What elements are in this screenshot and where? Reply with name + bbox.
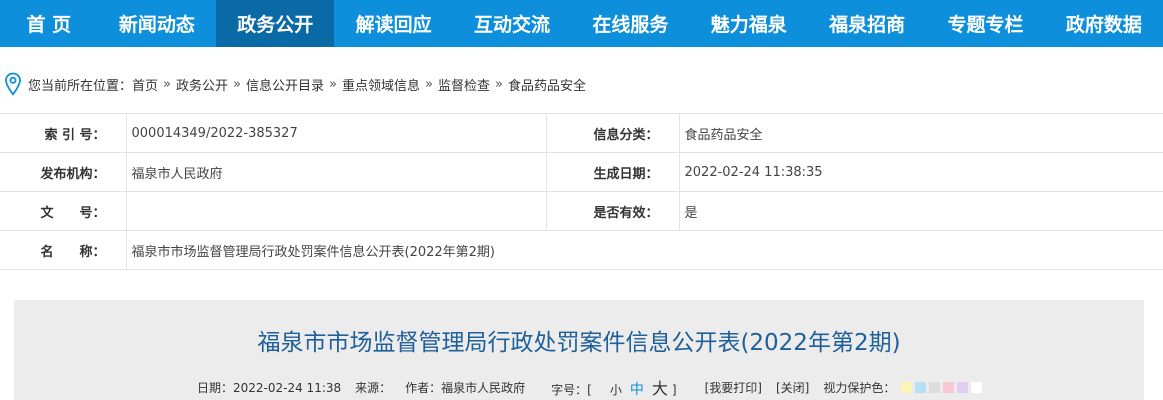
- nav-home[interactable]: 首 页: [0, 0, 98, 47]
- font-small-button[interactable]: 小: [610, 381, 622, 398]
- nav-charm[interactable]: 魅力福泉: [690, 0, 808, 47]
- category-value: 食品药品安全: [678, 113, 1163, 153]
- docno-label: 文 号：: [0, 191, 127, 231]
- name-value: 福泉市市场监督管理局行政处罚案件信息公开表(2022年第2期): [125, 230, 1163, 270]
- breadcrumb-gov-affairs[interactable]: 政务公开: [176, 75, 228, 94]
- color-swatch-blue[interactable]: [915, 381, 927, 393]
- breadcrumb-key-areas[interactable]: 重点领域信息: [342, 75, 420, 94]
- close-link[interactable]: [关闭]: [776, 379, 809, 396]
- breadcrumb-separator: »: [494, 76, 503, 92]
- main-nav: 首 页 新闻动态 政务公开 解读回应 互动交流 在线服务 魅力福泉 福泉招商 专…: [0, 0, 1163, 47]
- color-swatch-gray[interactable]: [929, 381, 941, 393]
- table-row: 名 称： 福泉市市场监督管理局行政处罚案件信息公开表(2022年第2期): [0, 230, 1163, 270]
- article-source: 来源：: [355, 380, 392, 395]
- font-size-prefix: 字号：[: [551, 383, 592, 397]
- color-swatch-purple[interactable]: [957, 381, 969, 393]
- eye-protection-swatches: [901, 381, 983, 393]
- article-meta: 日期：2022-02-24 11:38 来源： 作者：福泉市人民政府 字号：[ …: [197, 375, 996, 399]
- valid-label: 是否有效：: [545, 191, 680, 231]
- color-swatch-pink[interactable]: [943, 381, 955, 393]
- article-date: 日期：2022-02-24 11:38: [197, 380, 342, 395]
- location-pin-icon: [5, 72, 21, 96]
- nav-interaction[interactable]: 互动交流: [453, 0, 571, 47]
- font-medium-button[interactable]: 中: [630, 379, 644, 399]
- breadcrumb-inspection[interactable]: 监督检查: [438, 75, 490, 94]
- breadcrumb: 您当前所在位置： 首页 » 政务公开 » 信息公开目录 » 重点领域信息 » 监…: [0, 70, 586, 98]
- breadcrumb-separator: »: [329, 76, 337, 92]
- breadcrumb-separator: »: [233, 76, 241, 92]
- breadcrumb-separator: »: [424, 76, 433, 92]
- table-row: 文 号： 是否有效： 是: [0, 191, 1163, 231]
- font-size-control: 字号：[ 小 中 大 ]: [551, 375, 690, 399]
- info-table: 索 引 号： 000014349/2022-385327 信息分类： 食品药品安…: [0, 113, 1163, 270]
- breadcrumb-prefix: 您当前所在位置：: [28, 78, 133, 94]
- category-label: 信息分类：: [545, 113, 680, 153]
- index-label: 索 引 号：: [0, 113, 127, 153]
- publisher-value: 福泉市人民政府: [125, 152, 547, 192]
- table-row: 索 引 号： 000014349/2022-385327 信息分类： 食品药品安…: [0, 113, 1163, 153]
- nav-interpretation[interactable]: 解读回应: [334, 0, 452, 47]
- nav-gov-data[interactable]: 政府数据: [1045, 0, 1163, 47]
- breadcrumb-food-drug[interactable]: 食品药品安全: [508, 75, 586, 94]
- font-large-button[interactable]: 大: [652, 375, 668, 399]
- breadcrumb-home[interactable]: 首页: [132, 75, 158, 94]
- article-author: 作者：福泉市人民政府: [405, 380, 526, 395]
- color-swatch-yellow[interactable]: [901, 381, 913, 393]
- publisher-label: 发布机构：: [0, 152, 127, 192]
- table-row: 发布机构： 福泉市人民政府 生成日期： 2022-02-24 11:38:35: [0, 152, 1163, 192]
- font-size-suffix: ]: [671, 383, 677, 397]
- article-header: 福泉市市场监督管理局行政处罚案件信息公开表(2022年第2期) 日期：2022-…: [14, 300, 1144, 400]
- index-value: 000014349/2022-385327: [125, 113, 547, 153]
- nav-gov-affairs[interactable]: 政务公开: [216, 0, 335, 47]
- name-label: 名 称：: [0, 230, 127, 270]
- print-link[interactable]: [我要打印]: [705, 379, 762, 396]
- color-swatch-white[interactable]: [971, 381, 983, 393]
- article-title: 福泉市市场监督管理局行政处罚案件信息公开表(2022年第2期): [257, 330, 901, 356]
- eye-protection-label: 视力保护色：: [823, 380, 896, 395]
- valid-value: 是: [678, 191, 1163, 231]
- date-value: 2022-02-24 11:38:35: [678, 152, 1163, 192]
- nav-online-service[interactable]: 在线服务: [571, 0, 689, 47]
- nav-news[interactable]: 新闻动态: [98, 0, 216, 47]
- docno-value: [125, 191, 547, 231]
- breadcrumb-separator: »: [163, 76, 171, 92]
- nav-investment[interactable]: 福泉招商: [808, 0, 926, 47]
- breadcrumb-catalog[interactable]: 信息公开目录: [246, 75, 324, 94]
- nav-topics[interactable]: 专题专栏: [926, 0, 1044, 47]
- date-label: 生成日期：: [545, 152, 680, 192]
